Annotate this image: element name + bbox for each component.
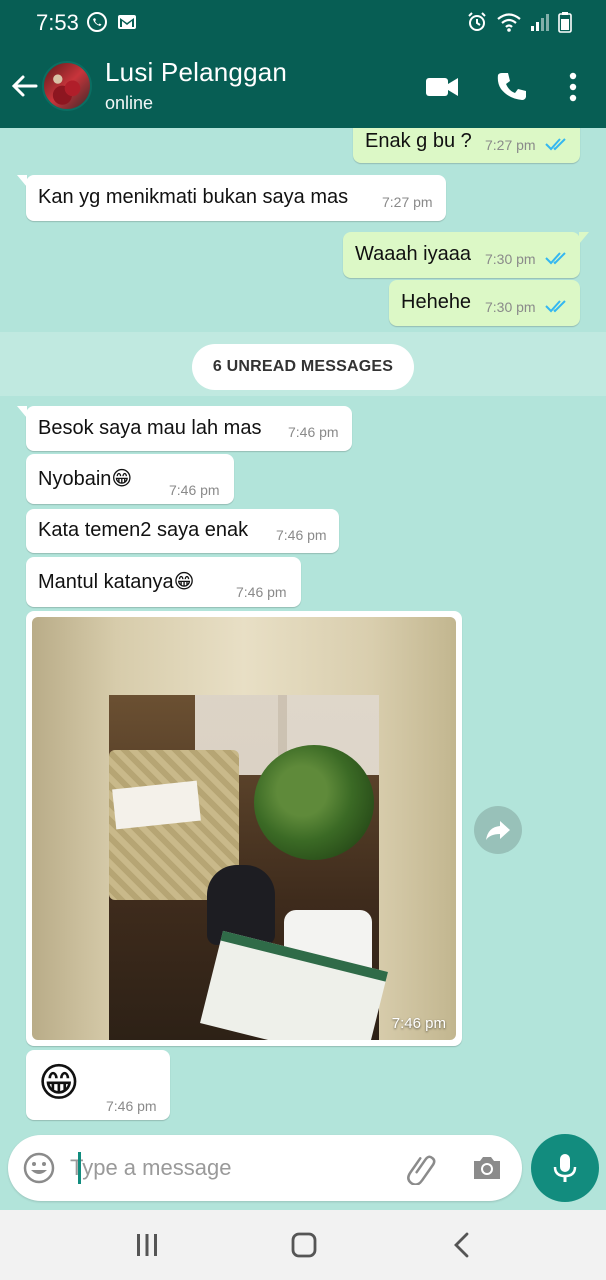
signal-icon: [531, 14, 549, 31]
text-cursor: [78, 1152, 81, 1184]
message-text: Mantul katanya😁: [38, 571, 195, 593]
message-text: Waaah iyaaa: [355, 243, 471, 265]
message-text: Besok saya mau lah mas: [38, 417, 262, 439]
message-text: Kata temen2 saya enak: [38, 519, 249, 541]
message-text: Kan yg menikmati bukan saya mas: [38, 186, 349, 208]
message-time: 7:27 pm: [382, 194, 433, 210]
message-composer: [8, 1135, 522, 1201]
back-arrow-icon[interactable]: [8, 69, 42, 103]
back-icon[interactable]: [445, 1230, 479, 1260]
wifi-icon: [497, 13, 521, 32]
emoji-icon[interactable]: [22, 1151, 56, 1185]
forward-button[interactable]: [474, 806, 522, 854]
phone-icon[interactable]: [494, 69, 530, 105]
message-incoming[interactable]: Nyobain😁 7:46 pm: [26, 454, 234, 504]
mic-icon: [553, 1154, 577, 1182]
contact-avatar[interactable]: [42, 61, 92, 111]
status-bar: 7:53: [0, 0, 606, 45]
message-time: 7:46 pm: [169, 482, 220, 498]
read-receipt-icon: [545, 300, 566, 313]
message-incoming[interactable]: Kan yg menikmati bukan saya mas 7:27 pm: [17, 175, 446, 221]
attach-icon[interactable]: [406, 1151, 440, 1185]
video-call-icon[interactable]: [424, 69, 460, 105]
message-time: 7:30 pm: [485, 299, 536, 315]
read-receipt-icon: [545, 138, 566, 151]
recent-apps-icon[interactable]: [130, 1230, 164, 1260]
status-time: 7:53: [36, 10, 79, 35]
message-time: 7:46 pm: [288, 424, 339, 440]
message-text: Nyobain😁: [38, 468, 133, 490]
battery-icon: [558, 12, 572, 33]
message-incoming[interactable]: Kata temen2 saya enak 7:46 pm: [26, 509, 339, 553]
message-text: 😁: [38, 1061, 80, 1105]
image-message[interactable]: 7:46 pm: [26, 611, 462, 1046]
gmail-notification-icon: [118, 15, 136, 29]
voice-record-button[interactable]: [531, 1134, 599, 1202]
photo-content: [109, 695, 388, 1040]
read-receipt-icon: [545, 252, 566, 265]
message-outgoing[interactable]: Enak g bu ? 7:27 pm: [353, 128, 580, 163]
message-input[interactable]: [70, 1149, 390, 1187]
system-nav-bar: [0, 1210, 606, 1280]
chat-header: Lusi Pelanggan online: [0, 45, 606, 128]
message-incoming[interactable]: 😁 7:46 pm: [26, 1050, 170, 1120]
chat-area[interactable]: Enak g bu ? 7:27 pm Kan yg menikmati buk…: [0, 128, 606, 1210]
message-incoming[interactable]: Besok saya mau lah mas 7:46 pm: [17, 406, 352, 451]
message-time: 7:46 pm: [106, 1098, 157, 1114]
photo-attachment[interactable]: 7:46 pm: [32, 617, 456, 1040]
contact-name[interactable]: Lusi Pelanggan: [105, 57, 287, 88]
message-time: 7:30 pm: [485, 251, 536, 267]
message-outgoing[interactable]: Hehehe 7:30 pm: [389, 280, 580, 326]
message-text: Enak g bu ?: [365, 130, 472, 152]
message-incoming[interactable]: Mantul katanya😁 7:46 pm: [26, 557, 301, 607]
message-time: 7:46 pm: [236, 584, 287, 600]
more-options-icon[interactable]: [555, 69, 591, 105]
forward-icon: [486, 821, 510, 840]
alarm-icon: [468, 12, 486, 31]
message-outgoing[interactable]: Waaah iyaaa 7:30 pm: [343, 232, 589, 278]
home-icon[interactable]: [287, 1230, 321, 1260]
message-text: Hehehe: [401, 291, 472, 313]
message-time: 7:27 pm: [485, 137, 536, 153]
unread-divider: 6 UNREAD MESSAGES: [0, 332, 606, 396]
message-time: 7:46 pm: [391, 1015, 446, 1032]
camera-icon[interactable]: [470, 1151, 504, 1185]
contact-status: online: [105, 93, 154, 113]
whatsapp-notification-icon: [87, 12, 107, 32]
message-time: 7:46 pm: [276, 527, 327, 543]
unread-messages-badge: 6 UNREAD MESSAGES: [192, 344, 414, 390]
